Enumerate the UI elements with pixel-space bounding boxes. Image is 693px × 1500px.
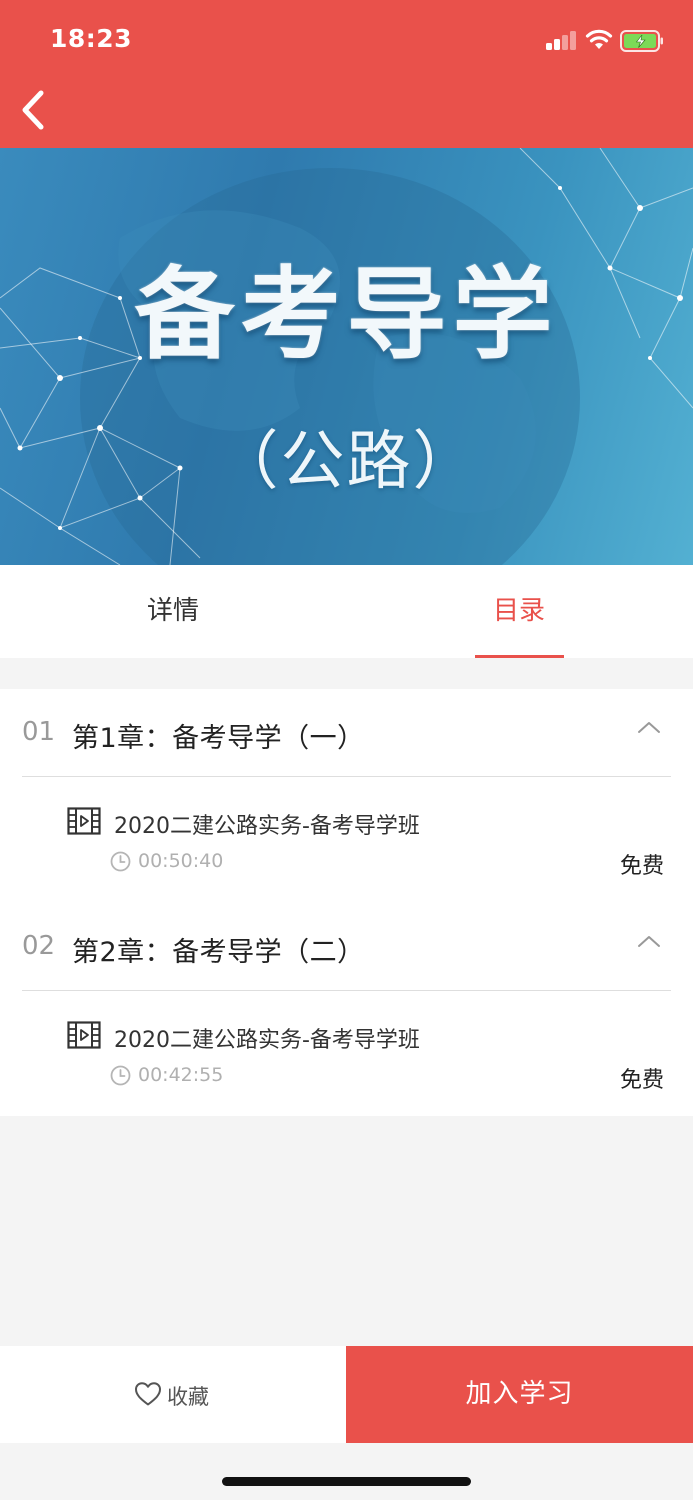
- video-icon: [67, 807, 101, 835]
- chapter-header[interactable]: 01 第1章：备考导学（一）: [0, 689, 693, 777]
- app-header: 18:23: [0, 0, 693, 148]
- lesson-price: 免费: [620, 854, 665, 879]
- lesson-duration: 00:50:40: [138, 850, 224, 872]
- clock-icon: [110, 851, 131, 872]
- tab-bar: 详情 目录: [0, 565, 693, 658]
- catalog-list: 01 第1章：备考导学（一） 2020二建公路实务-备考导学班 00:50:40…: [0, 689, 693, 1116]
- wifi-icon: [585, 29, 613, 49]
- chapter-title: 第2章：备考导学（二）: [72, 937, 365, 968]
- course-banner: 备考导学 （公路）: [0, 148, 693, 565]
- banner-title: 备考导学: [134, 256, 559, 373]
- chapter-header[interactable]: 02 第2章：备考导学（二）: [0, 903, 693, 991]
- chapter-number: 02: [22, 931, 56, 961]
- cellular-signal-icon: [546, 31, 578, 50]
- banner-subtitle: （公路）: [214, 425, 479, 499]
- tab-catalog[interactable]: 目录: [474, 565, 564, 658]
- lesson-duration: 00:42:55: [138, 1064, 224, 1086]
- home-indicator: [222, 1477, 471, 1486]
- lesson-item[interactable]: 2020二建公路实务-备考导学班 00:42:55 免费: [0, 1003, 693, 1103]
- bottom-action-bar: 收藏 加入学习: [0, 1346, 693, 1443]
- video-icon: [67, 1021, 101, 1049]
- battery-icon: [620, 30, 663, 52]
- clock-icon: [110, 1065, 131, 1086]
- divider: [22, 776, 671, 777]
- lesson-title: 2020二建公路实务-备考导学班: [114, 814, 420, 839]
- back-button[interactable]: [14, 86, 54, 134]
- favorite-label: 收藏: [167, 1385, 209, 1409]
- status-time: 18:23: [50, 24, 133, 53]
- active-tab-indicator: [475, 655, 564, 658]
- chapter-title: 第1章：备考导学（一）: [72, 723, 365, 754]
- join-study-button[interactable]: 加入学习: [346, 1346, 693, 1443]
- chapter-number: 01: [22, 717, 56, 747]
- divider: [22, 990, 671, 991]
- heart-icon: [135, 1382, 161, 1406]
- lesson-item[interactable]: 2020二建公路实务-备考导学班 00:50:40 免费: [0, 789, 693, 889]
- tab-detail[interactable]: 详情: [80, 565, 266, 658]
- chevron-up-icon[interactable]: [636, 719, 662, 735]
- chevron-up-icon[interactable]: [636, 933, 662, 949]
- lesson-price: 免费: [620, 1068, 665, 1093]
- favorite-button[interactable]: 收藏: [0, 1346, 346, 1443]
- lesson-title: 2020二建公路实务-备考导学班: [114, 1028, 420, 1053]
